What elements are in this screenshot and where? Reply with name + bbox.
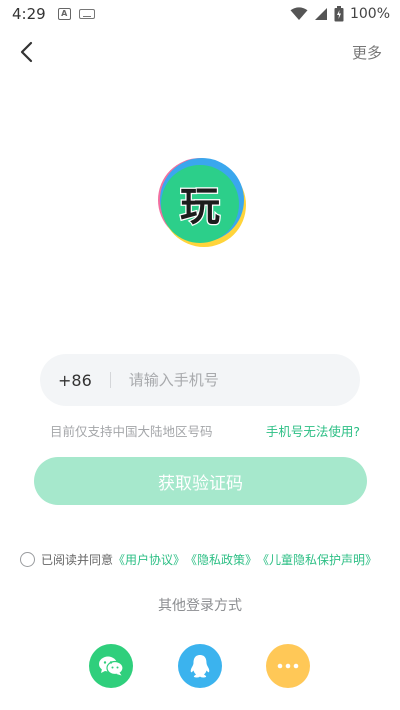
wechat-login-button[interactable] bbox=[89, 644, 133, 688]
get-verification-code-button[interactable]: 获取验证码 bbox=[34, 457, 367, 505]
agreement-prefix: 已阅读并同意 bbox=[41, 552, 114, 567]
privacy-policy-link[interactable]: 《隐私政策》 bbox=[185, 551, 257, 568]
signal-icon bbox=[314, 8, 327, 20]
support-hint-text: 目前仅支持中国大陆地区号码 bbox=[50, 423, 213, 439]
country-code-selector[interactable]: +86 bbox=[58, 371, 92, 390]
child-privacy-link[interactable]: 《儿童隐私保护声明》 bbox=[257, 551, 377, 568]
more-button[interactable]: 更多 bbox=[352, 42, 382, 63]
more-icon bbox=[277, 663, 299, 669]
more-login-button[interactable] bbox=[266, 644, 310, 688]
status-time: 4:29 bbox=[12, 5, 46, 23]
battery-level: 100% bbox=[349, 6, 390, 22]
wechat-icon bbox=[99, 656, 124, 676]
agreement-row: 已阅读并同意 《用户协议》 《隐私政策》 《儿童隐私保护声明》 bbox=[20, 549, 390, 569]
user-agreement-link[interactable]: 《用户协议》 bbox=[113, 551, 185, 568]
input-divider bbox=[109, 372, 111, 388]
phone-number-input[interactable] bbox=[128, 371, 329, 389]
nav-bar: 更多 bbox=[0, 30, 400, 74]
agreement-checkbox[interactable] bbox=[20, 551, 35, 567]
status-bar: 4:29 A 100% bbox=[0, 0, 400, 28]
app-logo: 玩 bbox=[158, 158, 246, 247]
other-login-title: 其他登录方式 bbox=[158, 598, 242, 614]
phone-unusable-link[interactable]: 手机号无法使用? bbox=[266, 421, 360, 440]
wifi-icon bbox=[290, 7, 308, 20]
back-icon[interactable] bbox=[14, 38, 42, 66]
qq-login-button[interactable] bbox=[178, 644, 222, 688]
battery-icon bbox=[334, 6, 344, 22]
logo-character: 玩 bbox=[180, 184, 220, 230]
status-indicators: 100% bbox=[290, 6, 390, 22]
phone-input-box: +86 bbox=[40, 354, 360, 406]
qq-icon bbox=[190, 655, 210, 678]
keyboard-icon bbox=[78, 9, 95, 19]
app-notification-icon: A bbox=[57, 8, 71, 20]
phone-hint-row: 目前仅支持中国大陆地区号码 手机号无法使用? bbox=[50, 420, 360, 440]
